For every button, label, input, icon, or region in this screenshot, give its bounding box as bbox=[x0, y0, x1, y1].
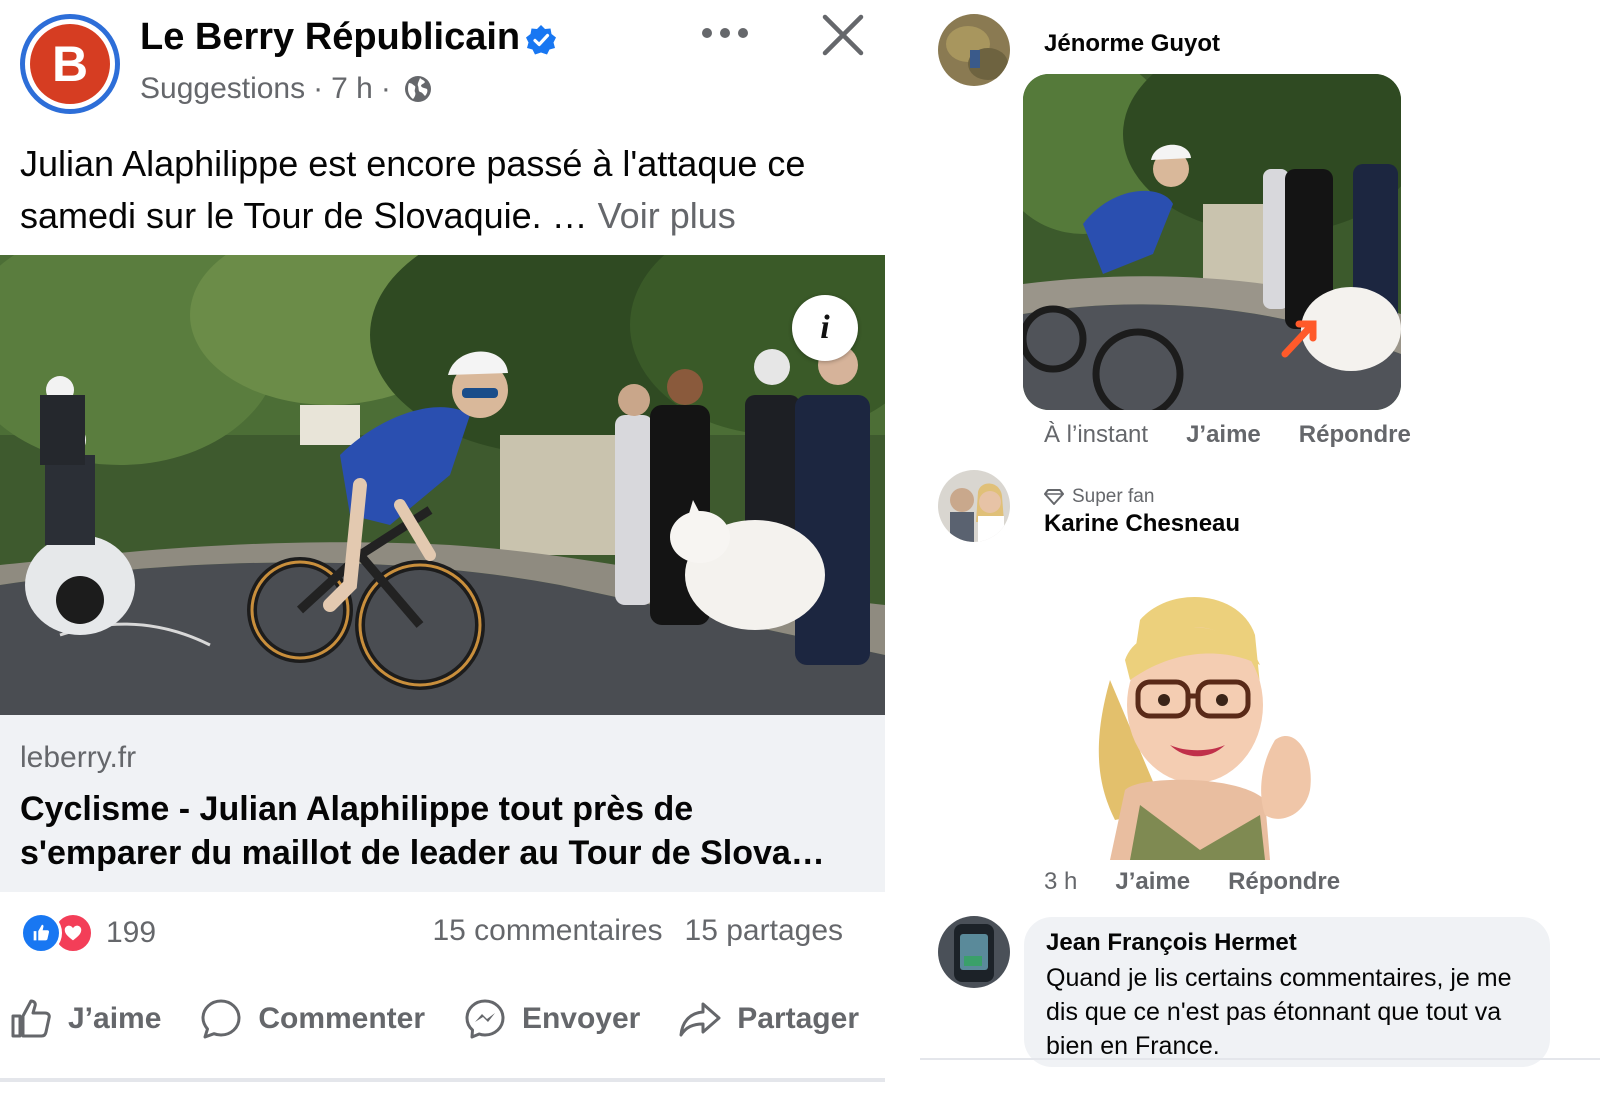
reply-button[interactable]: Répondre bbox=[1228, 868, 1340, 896]
link-domain: leberry.fr bbox=[20, 741, 137, 774]
page-avatar[interactable]: B bbox=[20, 14, 120, 114]
comment-icon bbox=[201, 999, 241, 1039]
comment-actions: 3 h J’aime Répondre bbox=[1044, 868, 1340, 896]
like-reaction-icon bbox=[20, 912, 62, 954]
divider bbox=[920, 1058, 1600, 1060]
close-icon[interactable] bbox=[820, 12, 866, 58]
comment-bubble: Jean François Hermet Quand je lis certai… bbox=[1024, 917, 1550, 1067]
post-photo[interactable] bbox=[0, 255, 885, 715]
share-icon bbox=[679, 1002, 721, 1037]
post-time[interactable]: 7 h bbox=[331, 72, 373, 106]
reactions-summary[interactable]: 199 bbox=[20, 912, 156, 954]
post-actions: J’aime Commenter Envoyer Partager bbox=[0, 996, 885, 1042]
comment-actions: À l’instant J’aime Répondre bbox=[1044, 421, 1411, 449]
comment-time: 3 h bbox=[1044, 868, 1078, 895]
more-options-icon[interactable] bbox=[700, 18, 750, 48]
avatar-sticker bbox=[1098, 597, 1311, 860]
like-button[interactable]: J’aime bbox=[8, 996, 161, 1042]
comment-time: À l’instant bbox=[1044, 421, 1149, 448]
comment-author[interactable]: Karine Chesneau bbox=[1044, 510, 1240, 538]
send-button[interactable]: Envoyer bbox=[462, 996, 640, 1042]
comment-text: Quand je lis certains commentaires, je m… bbox=[1046, 964, 1512, 1060]
suggestions-label: Suggestions bbox=[140, 72, 306, 105]
comments-count-link[interactable]: 15 commentaires bbox=[432, 914, 662, 948]
link-title: Cyclisme - Julian Alaphilippe tout près … bbox=[20, 790, 825, 872]
link-preview-card[interactable]: leberry.fr Cyclisme - Julian Alaphilippe… bbox=[0, 715, 885, 892]
reaction-count: 199 bbox=[106, 916, 157, 949]
diamond-icon bbox=[1044, 489, 1064, 505]
globe-icon bbox=[404, 76, 431, 102]
facebook-post: B Le Berry Républicain Suggestions · 7 h… bbox=[0, 0, 885, 1109]
shares-count-link[interactable]: 15 partages bbox=[685, 914, 843, 948]
divider bbox=[0, 1078, 885, 1082]
avatar[interactable] bbox=[938, 916, 1010, 988]
share-label: Partager bbox=[737, 1002, 859, 1035]
comment-button[interactable]: Commenter bbox=[198, 996, 425, 1042]
info-button[interactable]: i bbox=[792, 295, 858, 361]
like-label: J’aime bbox=[68, 1002, 162, 1035]
comment-author[interactable]: Jénorme Guyot bbox=[1044, 30, 1220, 58]
like-comment-button[interactable]: J’aime bbox=[1115, 868, 1190, 896]
messenger-icon bbox=[465, 999, 505, 1039]
meta-separator: · bbox=[380, 72, 391, 105]
reply-button[interactable]: Répondre bbox=[1299, 421, 1411, 449]
meta-separator: · bbox=[313, 72, 324, 105]
share-button[interactable]: Partager bbox=[677, 996, 859, 1042]
post-meta: Suggestions · 7 h · bbox=[140, 72, 433, 106]
avatar[interactable] bbox=[938, 470, 1010, 542]
comment-author[interactable]: Jean François Hermet bbox=[1046, 929, 1528, 957]
comment-photo[interactable] bbox=[1023, 74, 1401, 410]
verified-badge-icon bbox=[526, 25, 556, 55]
page-name[interactable]: Le Berry Républicain bbox=[140, 16, 520, 59]
super-fan-label: Super fan bbox=[1072, 486, 1155, 507]
like-comment-button[interactable]: J’aime bbox=[1186, 421, 1261, 449]
super-fan-badge: Super fan bbox=[1044, 486, 1154, 508]
post-caption: Julian Alaphilippe est encore passé à l'… bbox=[20, 138, 860, 242]
see-more-link[interactable]: Voir plus bbox=[598, 195, 736, 236]
comments-section: Jénorme Guyot À l’instant J’aime Répondr… bbox=[920, 0, 1600, 1109]
comment-label: Commenter bbox=[258, 1002, 426, 1035]
post-stats: 15 commentaires 15 partages bbox=[432, 914, 843, 948]
thumbs-up-icon bbox=[11, 999, 51, 1038]
avatar[interactable] bbox=[938, 14, 1010, 86]
send-label: Envoyer bbox=[521, 1002, 641, 1035]
page-avatar-letter: B bbox=[30, 24, 110, 104]
